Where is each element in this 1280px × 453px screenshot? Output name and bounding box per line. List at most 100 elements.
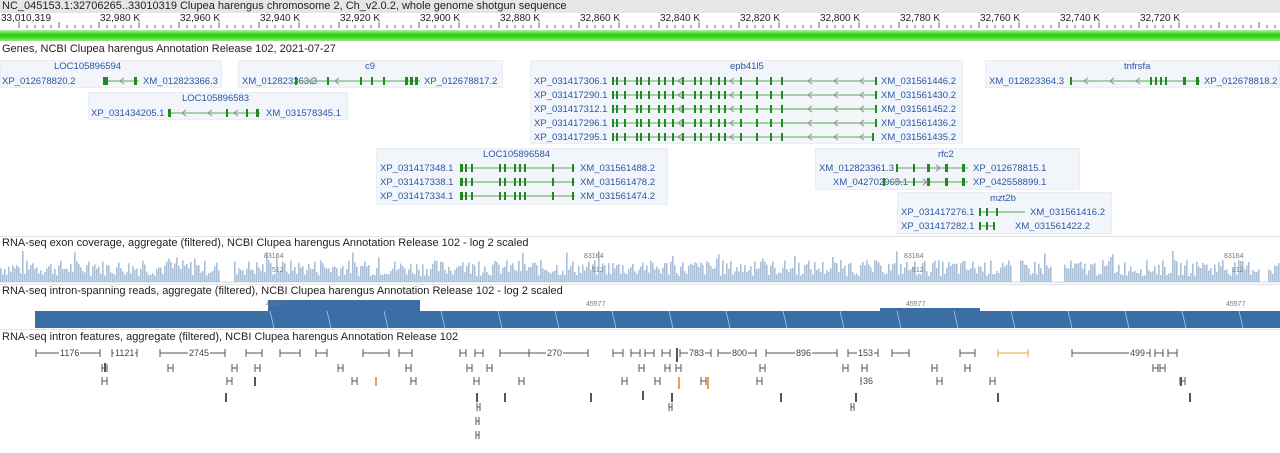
coverage-bar — [756, 268, 758, 282]
gene-exon — [875, 91, 877, 99]
gene-exon — [648, 119, 650, 127]
coverage-bar — [634, 271, 636, 282]
coverage-bar — [1148, 270, 1150, 282]
coverage-bar — [438, 271, 440, 282]
coverage-bar — [122, 271, 124, 282]
coverage-bar — [1126, 275, 1128, 282]
coverage-bar — [680, 266, 682, 282]
coverage-bar — [48, 266, 50, 282]
coverage-min-label: 512 — [272, 267, 284, 274]
coverage-bar — [522, 252, 524, 282]
coverage-bar — [422, 264, 424, 282]
coverage-bar — [1158, 264, 1160, 282]
gene-exon — [700, 119, 702, 127]
gene-exon — [648, 105, 650, 113]
coordinate-ruler[interactable]: 33,010,319 32,980 K 32,960 K 32,940 K 32… — [0, 13, 1280, 29]
coverage-bar — [880, 265, 882, 282]
coverage-bar — [74, 252, 76, 282]
coverage-bar — [1108, 261, 1110, 282]
sequence-bar[interactable] — [0, 30, 1280, 41]
coverage-bar — [904, 267, 906, 282]
coverage-bar — [1032, 273, 1034, 282]
coverage-bar — [260, 270, 262, 282]
coverage-bar — [1246, 265, 1248, 282]
gene-exon — [134, 77, 137, 85]
coverage-bar — [784, 260, 786, 282]
coverage-bar — [808, 260, 810, 282]
coverage-bar — [380, 274, 382, 282]
coverage-bar — [964, 261, 966, 282]
gene-exon — [740, 105, 742, 113]
coverage-bar — [484, 266, 486, 282]
coverage-bar — [892, 264, 894, 282]
coverage-bar — [42, 274, 44, 282]
gene-exon — [756, 133, 758, 141]
gene-exon — [640, 77, 642, 85]
coverage-bar — [1272, 274, 1274, 282]
intron-count-label: 2745 — [188, 348, 211, 358]
gene-exon — [226, 109, 228, 117]
coverage-bar — [970, 267, 972, 282]
coverage-bar — [1076, 263, 1078, 282]
coverage-bar — [994, 274, 996, 282]
coverage-bar — [286, 271, 288, 282]
coverage-bar — [620, 273, 622, 282]
coverage-bar — [164, 265, 166, 282]
genes-track[interactable]: LOC105896594 XP_012678820.2 XM_012823366… — [0, 56, 1280, 236]
exon-coverage-histogram — [0, 251, 1280, 283]
coverage-bar — [1180, 262, 1182, 282]
intron-max-label: 45577 — [1226, 301, 1246, 308]
intron-features-track-title: RNA-seq intron features, aggregate (filt… — [2, 331, 459, 343]
exon-coverage-track[interactable]: 83164 512 83164 512 83164 512 83164 512 — [0, 251, 1280, 284]
coverage-bar — [196, 265, 198, 282]
coverage-bar — [1038, 263, 1040, 282]
intron-feature-mark — [476, 393, 478, 402]
gene-exon — [256, 109, 259, 117]
coverage-bar — [146, 271, 148, 282]
coverage-bar — [212, 271, 214, 282]
coverage-bar — [214, 266, 216, 282]
coverage-bar — [192, 275, 194, 282]
coverage-bar — [882, 272, 884, 282]
coverage-bar — [772, 261, 774, 282]
coverage-bar — [710, 266, 712, 282]
coverage-bar — [1098, 274, 1100, 282]
coverage-bar — [1040, 268, 1042, 282]
coverage-bar — [818, 268, 820, 282]
gene-exon — [524, 192, 526, 200]
coverage-bar — [532, 263, 534, 282]
coverage-bar — [158, 267, 160, 282]
coverage-bar — [128, 263, 130, 282]
gene-exon — [682, 91, 684, 99]
coverage-bar — [764, 261, 766, 282]
coverage-bar — [20, 273, 22, 282]
gene-exon — [499, 192, 501, 200]
coverage-bar — [258, 267, 260, 282]
gene-exon — [612, 77, 614, 85]
coverage-bar — [480, 275, 482, 282]
coverage-bar — [858, 275, 860, 282]
intron-features-track[interactable]: 1176 1121 2745 270 783 800 896 153 36 49… — [0, 345, 1280, 453]
coverage-bar — [450, 270, 452, 282]
coverage-bar — [132, 266, 134, 282]
intron-reads-track-title: RNA-seq intron-spanning reads, aggregate… — [2, 285, 563, 297]
coverage-bar — [246, 268, 248, 282]
intron-feature-mark — [225, 393, 227, 402]
sequence-title: NC_045153.1:32706265..33010319 Clupea ha… — [0, 0, 1280, 13]
coverage-bar — [22, 251, 24, 282]
coverage-bar — [940, 275, 942, 282]
gene-models[interactable] — [0, 56, 1280, 236]
gene-exon — [636, 91, 638, 99]
coverage-bar — [812, 274, 814, 282]
intron-count-label: 896 — [795, 348, 813, 358]
coverage-bar — [474, 265, 476, 282]
gene-exon — [572, 178, 574, 186]
coverage-bar — [406, 274, 408, 282]
coverage-bar — [154, 275, 156, 282]
gene-exon — [694, 91, 696, 99]
coverage-bar — [568, 269, 570, 282]
intron-feature-mark — [707, 377, 709, 389]
intron-features-glyphs — [35, 348, 1191, 439]
gene-exon — [664, 91, 666, 99]
intron-reads-track[interactable]: 45577 45577 45577 45577 — [0, 299, 1280, 329]
